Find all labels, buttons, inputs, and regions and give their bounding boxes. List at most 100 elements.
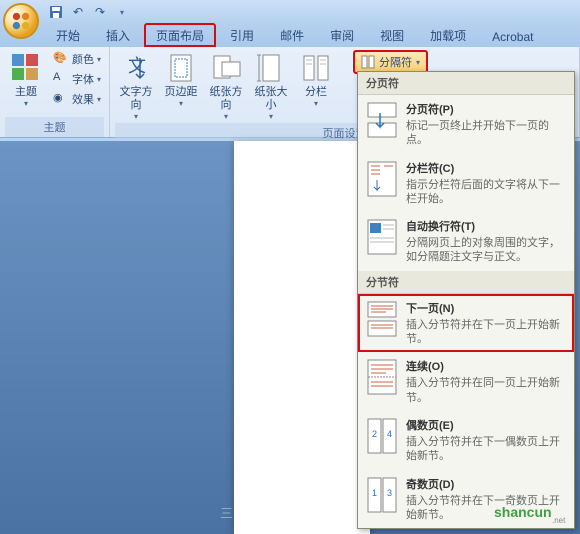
menu-page-break[interactable]: 分页符(P) 标记一页终止并开始下一页的点。 [358,95,574,154]
next-page-icon [366,300,398,338]
tab-start[interactable]: 开始 [44,23,92,47]
columns-icon [300,52,332,84]
size-icon [255,52,287,84]
chevron-down-icon: ▾ [224,112,228,121]
tab-references[interactable]: 引用 [218,23,266,47]
odd-page-icon: 13 [366,476,398,514]
menu-desc: 插入分节符并在下一页上开始新节。 [406,318,566,347]
size-label: 纸张大小 [254,86,288,112]
tab-view[interactable]: 视图 [368,23,416,47]
qat-save[interactable] [48,4,64,20]
chevron-down-icon: ▾ [179,99,183,108]
document-page[interactable] [234,141,370,534]
tab-addins[interactable]: 加载项 [418,23,478,47]
menu-desc: 分隔网页上的对象周围的文字，如分隔题注文字与正文。 [406,236,566,265]
margins-icon [165,52,197,84]
menu-continuous[interactable]: 连续(O) 插入分节符并在同一页上开始新节。 [358,352,574,411]
group-themes: 主题 ▾ 🎨颜色▾ A字体▾ ◉效果▾ 主题 [0,47,110,137]
qat-customize[interactable]: ▾ [114,4,130,20]
section-section-breaks: 分节符 [358,271,574,294]
colors-icon: 🎨 [53,51,69,67]
chevron-down-icon: ▾ [97,55,101,64]
breaks-icon [361,55,375,69]
size-button[interactable]: 纸张大小 ▾ [250,50,292,123]
margins-label: 页边距 [165,86,198,99]
themes-label: 主题 [15,86,37,99]
tab-acrobat[interactable]: Acrobat [480,26,545,47]
text-direction-label: 文字方向 [119,86,153,112]
margins-button[interactable]: 页边距 ▾ [160,50,202,110]
effects-label: 效果 [72,91,94,107]
office-button[interactable] [3,3,39,39]
section-page-breaks: 分页符 [358,72,574,95]
tab-mailings[interactable]: 邮件 [268,23,316,47]
svg-text:shancun: shancun [494,504,552,520]
orientation-label: 纸张方向 [209,86,243,112]
breaks-dropdown-menu: 分页符 分页符(P) 标记一页终止并开始下一页的点。 分栏符(C) 指示分栏符后… [357,71,575,529]
save-icon [49,5,63,19]
menu-desc: 指示分栏符后面的文字将从下一栏开始。 [406,178,566,207]
menu-title: 连续(O) [406,358,566,374]
ribbon-tabs: 开始 插入 页面布局 引用 邮件 审阅 视图 加载项 Acrobat [0,24,580,47]
watermark-shancun: shancun.net [494,497,574,530]
chevron-down-icon: ▾ [416,58,420,67]
menu-desc: 插入分节符并在下一偶数页上开始新节。 [406,435,566,464]
menu-desc: 标记一页终止并开始下一页的点。 [406,119,566,148]
quick-access-toolbar: ↶ ↷ ▾ [48,4,130,20]
svg-text:1: 1 [372,488,377,498]
orientation-button[interactable]: 纸张方向 ▾ [205,50,247,123]
svg-text:3: 3 [387,488,392,498]
chevron-down-icon: ▾ [97,75,101,84]
svg-text:4: 4 [387,429,392,439]
page-break-icon [366,101,398,139]
menu-text-wrap[interactable]: 自动换行符(T) 分隔网页上的对象周围的文字，如分隔题注文字与正文。 [358,212,574,271]
watermark-sanlian: 三联网 3LIAN.COM [220,503,346,522]
menu-title: 自动换行符(T) [406,218,566,234]
text-direction-icon: 文 [120,52,152,84]
qat-redo[interactable]: ↷ [92,4,108,20]
colors-label: 颜色 [72,51,94,67]
themes-icon [10,52,42,84]
themes-button[interactable]: 主题 ▾ [5,50,47,110]
office-logo-icon [10,10,32,32]
svg-text:2: 2 [372,429,377,439]
fonts-icon: A [53,71,69,87]
column-break-icon [366,160,398,198]
theme-effects-button[interactable]: ◉效果▾ [50,90,104,108]
menu-desc: 插入分节符并在同一页上开始新节。 [406,376,566,405]
tab-insert[interactable]: 插入 [94,23,142,47]
breaks-label: 分隔符 [379,54,412,70]
svg-text:.net: .net [552,516,566,525]
text-direction-button[interactable]: 文 文字方向 ▾ [115,50,157,123]
breaks-button[interactable]: 分隔符 ▾ [354,51,427,73]
effects-icon: ◉ [53,91,69,107]
menu-next-page[interactable]: 下一页(N) 插入分节符并在下一页上开始新节。 [358,294,574,353]
fonts-label: 字体 [72,71,94,87]
menu-column-break[interactable]: 分栏符(C) 指示分栏符后面的文字将从下一栏开始。 [358,154,574,213]
menu-title: 分页符(P) [406,101,566,117]
columns-label: 分栏 [305,86,327,99]
tab-page-layout[interactable]: 页面布局 [144,23,216,47]
menu-title: 奇数页(D) [406,476,566,492]
menu-title: 分栏符(C) [406,160,566,176]
theme-colors-button[interactable]: 🎨颜色▾ [50,50,104,68]
columns-button[interactable]: 分栏 ▾ [295,50,337,110]
group-themes-label: 主题 [5,117,104,137]
even-page-icon: 24 [366,417,398,455]
titlebar: ↶ ↷ ▾ [0,0,580,24]
chevron-down-icon: ▾ [314,99,318,108]
orientation-icon [210,52,242,84]
menu-even-page[interactable]: 24 偶数页(E) 插入分节符并在下一偶数页上开始新节。 [358,411,574,470]
continuous-icon [366,358,398,396]
chevron-down-icon: ▾ [24,99,28,108]
menu-title: 偶数页(E) [406,417,566,433]
theme-fonts-button[interactable]: A字体▾ [50,70,104,88]
qat-undo[interactable]: ↶ [70,4,86,20]
chevron-down-icon: ▾ [134,112,138,121]
chevron-down-icon: ▾ [269,112,273,121]
chevron-down-icon: ▾ [97,95,101,104]
menu-title: 下一页(N) [406,300,566,316]
text-wrap-icon [366,218,398,256]
svg-text:文: 文 [128,56,146,76]
tab-review[interactable]: 审阅 [318,23,366,47]
